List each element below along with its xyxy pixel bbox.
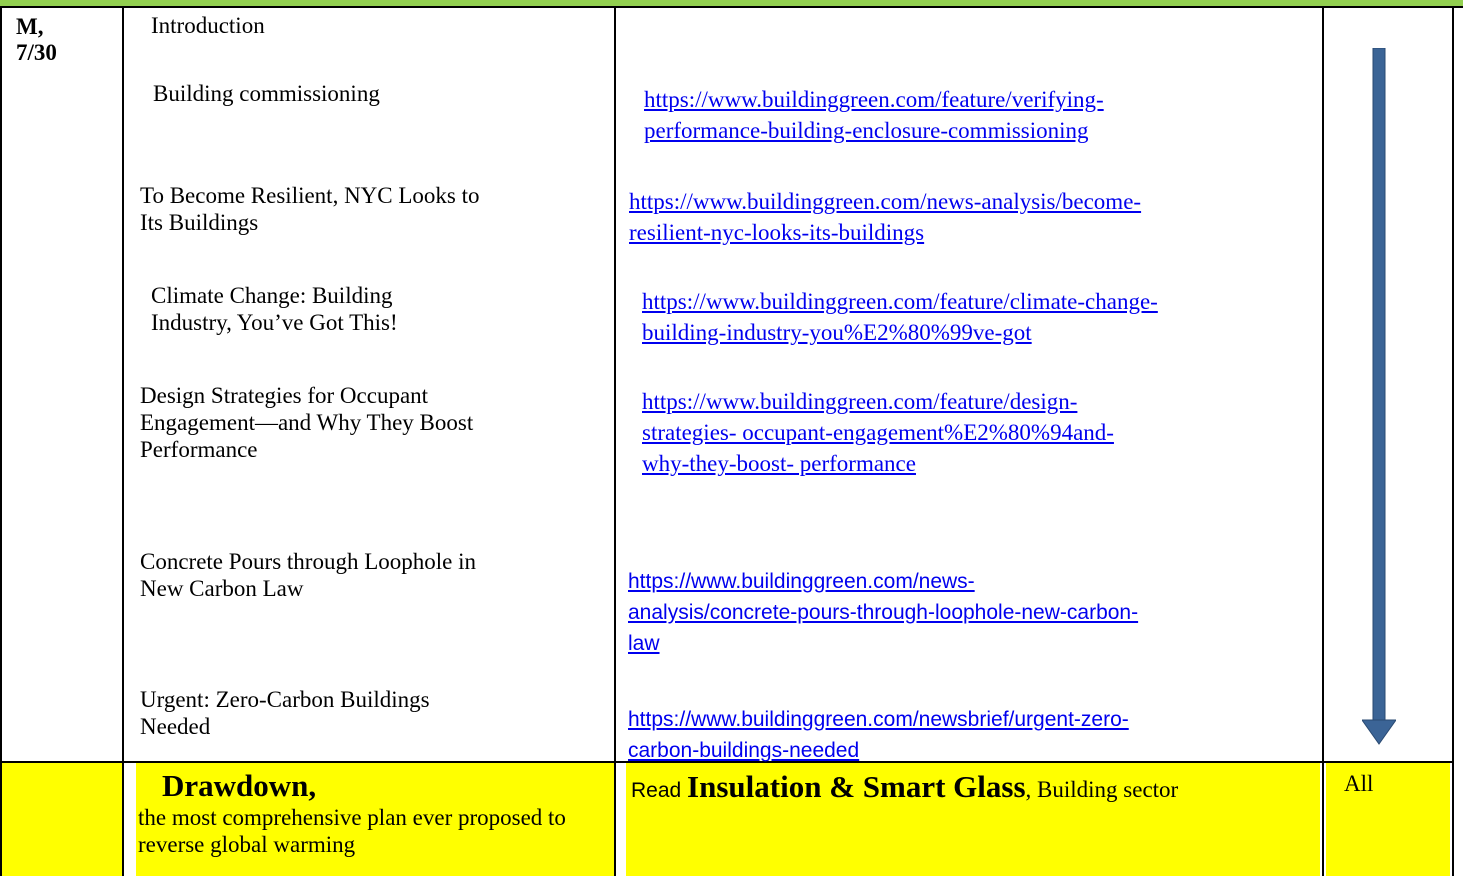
reading-assignment: Read Insulation & Smart Glass, Building … xyxy=(631,770,1178,808)
link-concrete-pours[interactable]: https://www.buildinggreen.com/news- anal… xyxy=(628,566,1138,659)
link-climate-change[interactable]: https://www.buildinggreen.com/feature/cl… xyxy=(642,286,1158,348)
session-date: M, 7/30 xyxy=(16,14,57,65)
assignee-label: All xyxy=(1344,771,1374,796)
topic-concrete-pours: Concrete Pours through Loophole in New C… xyxy=(140,549,477,601)
reading-sector: , Building sector xyxy=(1025,777,1179,802)
table-border-right xyxy=(1452,8,1454,876)
topic-nyc-resilient: To Become Resilient, NYC Looks to Its Bu… xyxy=(140,183,480,235)
drawdown-title: Drawdown, xyxy=(162,768,317,803)
topic-design-strategies: Design Strategies for Occupant Engagemen… xyxy=(140,383,474,462)
reading-topic: Insulation & Smart Glass xyxy=(687,769,1026,804)
topic-climate-change: Climate Change: Building Industry, You’v… xyxy=(151,283,398,335)
read-word: Read xyxy=(631,779,688,802)
drawdown-subtitle: the most comprehensive plan ever propose… xyxy=(138,805,566,857)
link-nyc-resilient[interactable]: https://www.buildinggreen.com/news-analy… xyxy=(629,186,1141,248)
link-design-strategies[interactable]: https://www.buildinggreen.com/feature/de… xyxy=(642,386,1114,479)
drawdown-date-cell xyxy=(0,762,122,876)
link-zero-carbon[interactable]: https://www.buildinggreen.com/newsbrief/… xyxy=(628,704,1129,766)
down-arrow-icon xyxy=(1362,48,1396,745)
topic-introduction: Introduction xyxy=(151,13,265,38)
column-divider-1 xyxy=(122,8,124,876)
link-building-commissioning[interactable]: https://www.buildinggreen.com/feature/ve… xyxy=(644,84,1104,146)
column-divider-3 xyxy=(1322,8,1324,876)
table-header-strip xyxy=(0,0,1463,8)
table-border-left xyxy=(0,8,2,876)
column-divider-2 xyxy=(614,8,616,876)
topic-zero-carbon: Urgent: Zero-Carbon Buildings Needed xyxy=(140,687,430,739)
topic-building-commissioning: Building commissioning xyxy=(153,81,380,106)
